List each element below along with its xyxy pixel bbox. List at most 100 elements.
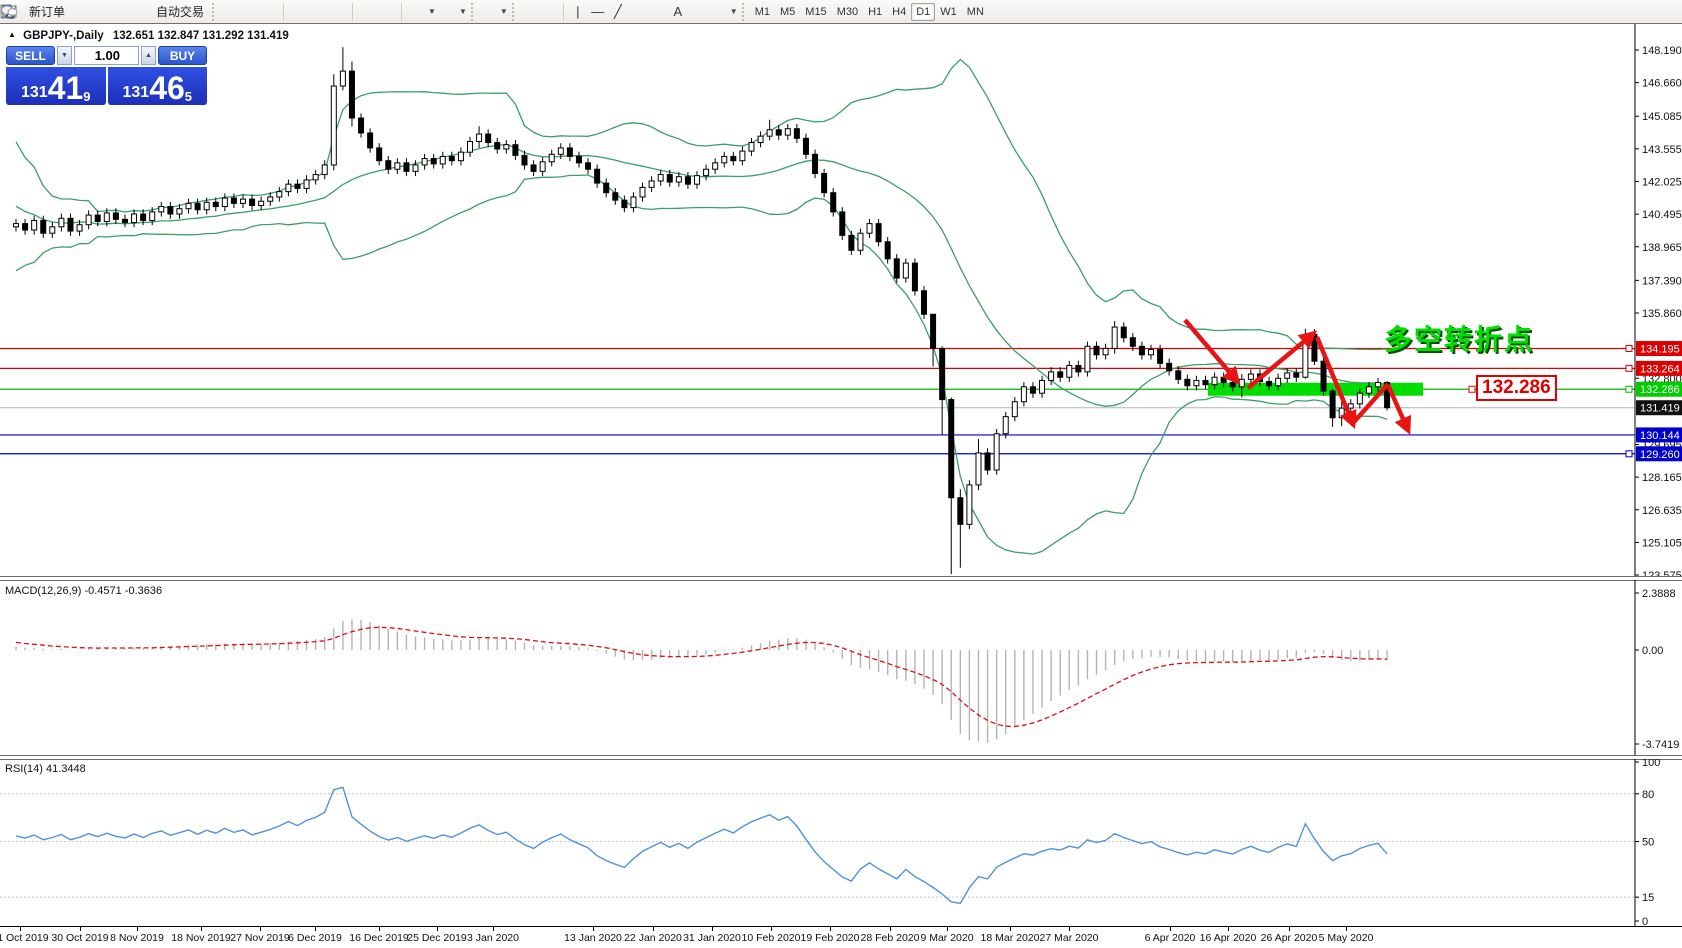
crosshair-icon[interactable] [1,4,558,20]
buy-button[interactable]: BUY [158,46,207,65]
chart-rsi-pane[interactable]: 100 80 50 15 0 [0,759,1682,926]
candle-body-bull [1284,372,1291,379]
candle-body-bull [630,196,637,209]
candle-body-bear [957,497,964,525]
candle-body-bull [1020,386,1027,403]
collapse-triangle-icon[interactable]: ▲ [8,30,16,39]
timeframe-h4[interactable]: H4 [887,3,911,21]
chart-main-pane[interactable]: 148.190 146.660 145.085 143.555 142.025 140.4… [0,24,1682,576]
candle-body-bull [1238,378,1245,388]
timeframe-mn[interactable]: MN [962,3,989,21]
candle-body-bear [1329,390,1336,419]
hline-anchor[interactable] [1625,345,1633,353]
zoom-in-icon[interactable] [2,4,307,20]
candle-body-bear [40,219,47,234]
candle-body-bear [1057,371,1064,378]
profiles-icon[interactable] [0,4,109,20]
charts-window-icon[interactable] [0,4,89,20]
hline-anchor[interactable] [1625,450,1633,458]
timeframe-m5[interactable]: M5 [775,3,800,21]
date-tick [1010,927,1011,931]
sell-button[interactable]: SELL [6,46,55,65]
candle-body-bull [176,208,183,215]
candle-body-bear [1320,360,1327,392]
trendline-tool-icon[interactable]: ╱ [609,4,627,20]
date-tick [593,927,594,931]
zoom-out-icon[interactable] [2,4,327,20]
candle-body-bull [657,174,664,182]
hline-anchor[interactable] [1625,385,1633,393]
price-level-box-annotation[interactable]: 132.286 [1476,375,1557,401]
candle-body-bear [194,202,201,211]
candle-body-bear [367,132,374,149]
tile-windows-icon[interactable] [1,4,347,20]
toolbar: 新订单 自动交易 ▼ ▼ ▼ | — ╱ A ▼ M1 M5 M15 M30 H… [0,0,1682,24]
timeframe-m30[interactable]: M30 [832,3,863,21]
indicators-caret[interactable]: ▼ [500,7,508,16]
timeframe-w1[interactable]: W1 [935,3,962,21]
timeframe-d1[interactable]: D1 [911,2,936,21]
auto-trading-label: 自动交易 [156,5,205,19]
cursor-icon[interactable] [3,4,538,20]
candle-body-bear [775,129,782,136]
auto-scroll-icon[interactable] [1,4,376,20]
candle-body-bull [1365,386,1372,394]
chart-macd-pane[interactable]: 2.3888 0.00 -3.7419 [0,580,1682,755]
candlestick-chart-icon[interactable] [2,4,258,20]
auto-trading-button[interactable]: 自动交易 [1,2,208,22]
date-tick [137,927,138,931]
timeframe-m1[interactable]: M1 [750,3,775,21]
candle-body-bull [267,196,274,202]
candle-body-bull [1002,416,1009,435]
price-box-anchor[interactable] [1468,385,1476,393]
fibonacci-tool-icon[interactable]: F [1,4,667,20]
horizontal-line-tool-icon[interactable]: — [589,4,607,20]
text-tool-icon[interactable]: A [669,4,687,20]
indicators-icon[interactable] [0,4,497,20]
arrows-caret[interactable]: ▼ [730,7,738,16]
chart-shift-icon[interactable] [1,4,396,20]
sell-price-box[interactable]: 131 41 9 [6,67,106,105]
date-tick [1346,927,1347,931]
new-chart-button[interactable] [0,4,425,20]
text-label-tool-icon[interactable]: T [0,4,707,20]
one-click-trading-panel: SELL ▼ 1.00 ▲ BUY 131 41 9 131 46 5 [6,46,207,105]
date-axis[interactable]: 21 Oct 201930 Oct 20198 Nov 2019 18 Nov 2… [0,926,1682,948]
candle-body-bull [503,144,510,150]
channel-tool-icon[interactable]: E [1,4,647,20]
candle-body-bull [557,147,564,155]
volume-decrease-button[interactable]: ▼ [57,46,72,65]
rsi-axis-label: 0 [1642,916,1648,926]
date-tick [493,927,494,931]
timeframe-m15[interactable]: M15 [800,3,831,21]
chat-icon[interactable] [1,4,1672,20]
price-tick-label: 137.390 [1642,275,1682,287]
new-chart-caret[interactable]: ▼ [428,7,436,16]
toolbar-grip [212,2,216,21]
periods-clock-icon[interactable] [1,4,456,20]
arrows-tool-icon[interactable] [2,4,727,20]
candle-body-bear [884,241,891,260]
toolbar-grip [470,2,475,21]
volume-input[interactable]: 1.00 [74,46,139,65]
candle-body-bear [730,155,737,162]
date-label: 27 Nov 2019 [230,932,290,944]
candle-body-bull [1048,371,1055,381]
toolbar-grip [741,2,746,21]
turning-point-annotation[interactable]: 多空转折点 [1384,318,1534,358]
search-icon[interactable] [1,4,1652,20]
timeframe-h1[interactable]: H1 [863,3,887,21]
candle-body-bull [149,211,156,221]
volume-increase-button[interactable]: ▲ [141,46,156,65]
candle-body-bull [1111,326,1118,349]
buy-price-box[interactable]: 131 46 5 [107,67,207,105]
line-chart-icon[interactable] [0,4,278,20]
candle-body-bull [258,200,265,206]
bar-chart-icon[interactable] [1,4,238,20]
vertical-line-tool-icon[interactable]: | [569,4,587,20]
trend-arrow[interactable] [1183,318,1241,386]
hline-anchor[interactable] [1625,364,1633,372]
signals-icon[interactable] [1,4,129,20]
periods-caret[interactable]: ▼ [459,7,467,16]
candle-body-bear [812,153,819,175]
